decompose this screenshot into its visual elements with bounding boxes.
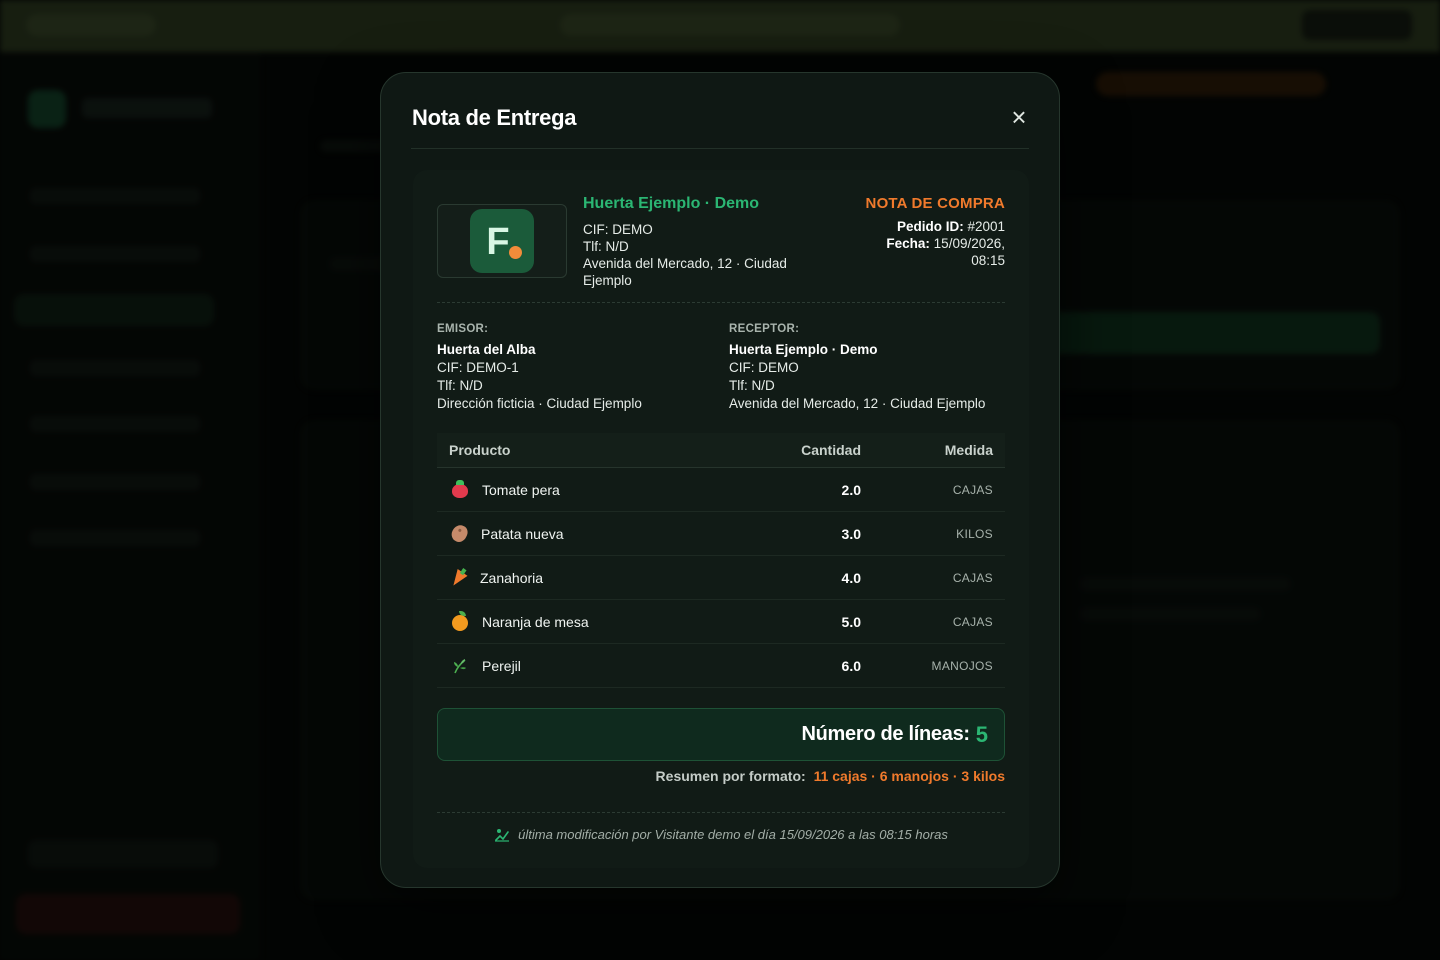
orange-icon: [452, 610, 468, 631]
order-date-label: Fecha:: [886, 236, 930, 251]
carrot-icon: [448, 568, 468, 589]
receiver-block: RECEPTOR: Huerta Ejemplo · Demo CIF: DEM…: [729, 323, 1009, 413]
delivery-note-sheet: F Huerta Ejemplo · Demo CIF: DEMO Tlf: N…: [413, 170, 1029, 868]
table-row: Zanahoria 4.0 CAJAS: [437, 556, 1005, 600]
receiver-label: RECEPTOR:: [729, 323, 800, 335]
company-logo: F: [437, 204, 567, 278]
delivery-note-modal: Nota de Entrega × F Huerta Ejemplo · Dem…: [380, 72, 1060, 888]
edit-icon: [494, 828, 510, 842]
product-unit: CAJAS: [952, 570, 993, 585]
product-quantity: 3.0: [841, 525, 861, 542]
modal-title: Nota de Entrega: [412, 105, 577, 130]
order-id-label: Pedido ID:: [896, 219, 964, 234]
header-quantity: Cantidad: [801, 442, 861, 458]
table-row: Perejil 6.0 MANOJOS: [437, 644, 1005, 688]
tomato-icon: [452, 480, 468, 498]
table-row: Naranja de mesa 5.0 CAJAS: [437, 600, 1005, 644]
logo-letter: F: [486, 220, 510, 263]
product-name: Zanahoria: [480, 569, 544, 586]
table-row: Tomate pera 2.0 CAJAS: [437, 468, 1005, 512]
receiver-cif: CIF: DEMO: [729, 360, 799, 375]
receiver-phone: Tlf: N/D: [729, 378, 775, 393]
receiver-name: Huerta Ejemplo · Demo: [729, 342, 878, 357]
table-header: Producto Cantidad Medida: [437, 433, 1005, 468]
order-date-value: 15/09/2026,: [933, 236, 1005, 251]
company-info: Huerta Ejemplo · Demo CIF: DEMO Tlf: N/D…: [583, 195, 823, 289]
herb-icon: [452, 658, 468, 674]
issuer-address: Dirección ficticia · Ciudad Ejemplo: [437, 396, 642, 411]
product-unit: KILOS: [956, 526, 993, 541]
order-time: 08:15: [971, 253, 1005, 268]
line-count-value: 5: [975, 721, 988, 747]
company-phone: Tlf: N/D: [583, 239, 629, 254]
modal-divider: [411, 148, 1029, 149]
company-cif: CIF: DEMO: [583, 222, 653, 237]
product-name: Perejil: [482, 657, 521, 674]
issuer-cif: CIF: DEMO-1: [437, 360, 519, 375]
product-quantity: 6.0: [841, 657, 861, 674]
last-modified-note: última modificación por Visitante demo e…: [413, 827, 1029, 842]
format-summary-value: 11 cajas · 6 manojos · 3 kilos: [813, 768, 1005, 784]
document-meta: NOTA DE COMPRA Pedido ID: #2001 Fecha: 1…: [805, 195, 1005, 269]
header-product: Producto: [449, 442, 511, 458]
potato-icon: [449, 522, 470, 545]
product-quantity: 4.0: [841, 569, 861, 586]
last-modified-text: última modificación por Visitante demo e…: [518, 827, 948, 842]
company-address: Avenida del Mercado, 12 · Ciudad Ejemplo: [583, 256, 787, 288]
order-date: Fecha: 15/09/2026,: [805, 235, 1005, 252]
product-quantity: 5.0: [841, 613, 861, 630]
product-name: Patata nueva: [481, 525, 564, 542]
product-quantity: 2.0: [841, 481, 861, 498]
products-table: Producto Cantidad Medida Tomate pera 2.0…: [437, 433, 1005, 688]
order-id-value: #2001: [967, 219, 1005, 234]
line-count-label: Número de líneas:: [801, 723, 970, 745]
receiver-address: Avenida del Mercado, 12 · Ciudad Ejemplo: [729, 396, 986, 411]
header-divider: [437, 302, 1005, 303]
table-row: Patata nueva 3.0 KILOS: [437, 512, 1005, 556]
product-unit: CAJAS: [952, 482, 993, 497]
product-unit: CAJAS: [952, 614, 993, 629]
document-type: NOTA DE COMPRA: [865, 195, 1005, 212]
issuer-phone: Tlf: N/D: [437, 378, 483, 393]
header-unit: Medida: [944, 442, 993, 458]
product-unit: MANOJOS: [931, 658, 993, 673]
close-icon[interactable]: ×: [1005, 103, 1033, 131]
issuer-name: Huerta del Alba: [437, 342, 536, 357]
footer-divider: [437, 812, 1005, 813]
company-name: Huerta Ejemplo · Demo: [583, 195, 760, 212]
product-name: Tomate pera: [482, 481, 560, 498]
line-count-box: Número de líneas: 5: [437, 708, 1005, 761]
issuer-label: EMISOR:: [437, 323, 489, 335]
format-summary-label: Resumen por formato:: [655, 768, 806, 784]
logo-dot: [509, 246, 522, 259]
issuer-block: EMISOR: Huerta del Alba CIF: DEMO-1 Tlf:…: [437, 323, 717, 413]
product-name: Naranja de mesa: [482, 613, 589, 630]
order-id: Pedido ID: #2001: [805, 218, 1005, 235]
format-summary: Resumen por formato: 11 cajas · 6 manojo…: [656, 768, 1005, 784]
logo-tile: F: [470, 209, 534, 273]
